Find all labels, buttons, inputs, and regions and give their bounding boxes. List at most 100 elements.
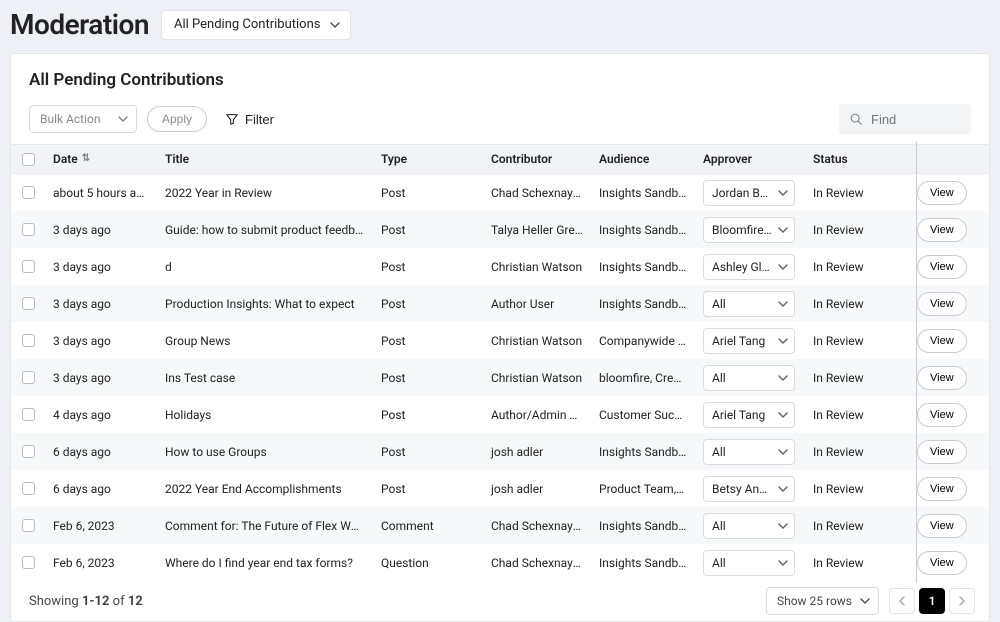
cell-type: Post [373, 297, 483, 311]
cell-type: Post [373, 186, 483, 200]
view-button[interactable]: View [917, 181, 967, 205]
cell-type: Post [373, 371, 483, 385]
sort-icon: ⇅ [82, 154, 90, 164]
approver-dropdown[interactable]: Bloomfire Amb... [703, 217, 795, 243]
row-checkbox[interactable] [22, 445, 35, 458]
view-dropdown[interactable]: All Pending Contributions [161, 10, 351, 40]
row-checkbox[interactable] [22, 334, 35, 347]
row-checkbox[interactable] [22, 556, 35, 569]
cell-contributor: Chad Schexnayder [483, 186, 591, 200]
view-button[interactable]: View [917, 551, 967, 575]
view-button[interactable]: View [917, 477, 967, 501]
column-contributor[interactable]: Contributor [483, 152, 591, 166]
approver-dropdown[interactable]: All [703, 365, 795, 391]
chevron-down-icon [778, 558, 788, 568]
column-audience[interactable]: Audience [591, 152, 695, 166]
cell-audience: Insights Sandbox [591, 186, 695, 200]
approver-dropdown[interactable]: Ashley Gladden [703, 254, 795, 280]
bulk-action-dropdown[interactable]: Bulk Action [29, 105, 137, 133]
table-row: 3 days agoIns Test casePostChristian Wat… [11, 359, 989, 396]
cell-title: Production Insights: What to expect [157, 297, 373, 311]
cell-status: In Review [805, 556, 909, 570]
cell-type: Post [373, 334, 483, 348]
row-checkbox[interactable] [22, 223, 35, 236]
table-row: 3 days agoProduction Insights: What to e… [11, 285, 989, 322]
cell-type: Post [373, 260, 483, 274]
cell-title: Holidays [157, 408, 373, 422]
chevron-down-icon [778, 262, 788, 272]
rows-per-page-dropdown[interactable]: Show 25 rows [766, 587, 879, 615]
approver-dropdown[interactable]: Jordan Boyson [703, 180, 795, 206]
view-button[interactable]: View [917, 218, 967, 242]
approver-label: Jordan Boyson [712, 186, 772, 200]
row-checkbox[interactable] [22, 297, 35, 310]
chevron-down-icon [778, 299, 788, 309]
cell-status: In Review [805, 297, 909, 311]
approver-label: All [712, 297, 726, 311]
cell-date: 3 days ago [45, 223, 157, 237]
approver-dropdown[interactable]: All [703, 513, 795, 539]
view-button[interactable]: View [917, 366, 967, 390]
cell-audience: Insights Sandbox [591, 445, 695, 459]
apply-button[interactable]: Apply [147, 106, 207, 132]
row-checkbox[interactable] [22, 186, 35, 199]
chevron-down-icon [778, 225, 788, 235]
view-button[interactable]: View [917, 403, 967, 427]
approver-dropdown[interactable]: Ariel Tang [703, 402, 795, 428]
view-button[interactable]: View [917, 329, 967, 353]
column-title[interactable]: Title [157, 152, 373, 166]
filter-button[interactable]: Filter [217, 105, 282, 133]
cell-audience: Insights Sandbox [591, 297, 695, 311]
approver-dropdown[interactable]: Betsy Anderson [703, 476, 795, 502]
cell-type: Question [373, 556, 483, 570]
filter-label: Filter [245, 112, 274, 127]
cell-audience: Customer Success, I... [591, 408, 695, 422]
cell-title: Comment for: The Future of Flex Work Fie… [157, 519, 373, 533]
page-number-current[interactable]: 1 [919, 588, 945, 614]
view-button[interactable]: View [917, 255, 967, 279]
cell-status: In Review [805, 223, 909, 237]
cell-date: 6 days ago [45, 482, 157, 496]
next-page-button[interactable] [949, 588, 975, 614]
chevron-down-icon [778, 188, 788, 198]
prev-page-button[interactable] [889, 588, 915, 614]
approver-dropdown[interactable]: All [703, 550, 795, 576]
cell-date: Feb 6, 2023 [45, 519, 157, 533]
cell-status: In Review [805, 260, 909, 274]
cell-title: 2022 Year End Accomplishments [157, 482, 373, 496]
row-checkbox[interactable] [22, 519, 35, 532]
showing-text: Showing 1-12 of 12 [29, 594, 143, 609]
cell-type: Comment [373, 519, 483, 533]
approver-dropdown[interactable]: Ariel Tang [703, 328, 795, 354]
cell-date: 3 days ago [45, 260, 157, 274]
cell-title: Guide: how to submit product feedback [157, 223, 373, 237]
approver-label: Ariel Tang [712, 334, 765, 348]
column-approver[interactable]: Approver [695, 152, 805, 166]
approver-dropdown[interactable]: All [703, 439, 795, 465]
row-checkbox[interactable] [22, 260, 35, 273]
cell-audience: Product Team, Insig... [591, 482, 695, 496]
row-checkbox[interactable] [22, 371, 35, 384]
view-dropdown-label: All Pending Contributions [174, 17, 320, 32]
approver-dropdown[interactable]: All [703, 291, 795, 317]
column-status[interactable]: Status [805, 152, 909, 166]
column-type[interactable]: Type [373, 152, 483, 166]
view-button[interactable]: View [917, 292, 967, 316]
cell-date: 4 days ago [45, 408, 157, 422]
select-all-checkbox[interactable] [22, 153, 35, 166]
search-input[interactable] [871, 112, 961, 127]
view-button[interactable]: View [917, 514, 967, 538]
cell-type: Post [373, 408, 483, 422]
cell-type: Post [373, 223, 483, 237]
cell-audience: Insights Sandbox [591, 260, 695, 274]
search-box[interactable] [839, 104, 971, 134]
row-checkbox[interactable] [22, 408, 35, 421]
cell-title: Group News [157, 334, 373, 348]
cell-audience: Insights Sandbox [591, 519, 695, 533]
approver-label: Betsy Anderson [712, 482, 772, 496]
row-checkbox[interactable] [22, 482, 35, 495]
cell-title: How to use Groups [157, 445, 373, 459]
column-date[interactable]: Date ⇅ [45, 152, 157, 166]
view-button[interactable]: View [917, 440, 967, 464]
chevron-down-icon [778, 447, 788, 457]
